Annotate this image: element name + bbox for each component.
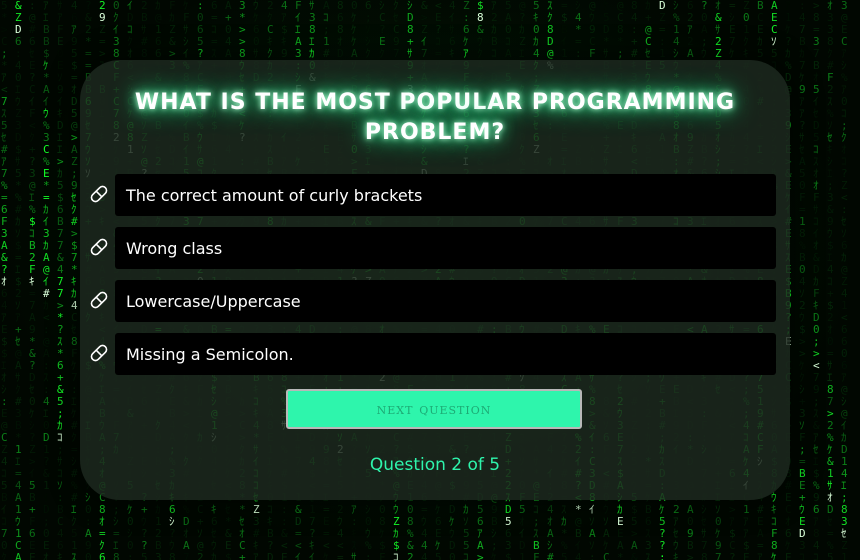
matrix-column: & Z D 6:4 0 ｴｳ Z 3 D $ ｻ 5 *% # ｶｿ $ = ｴ $2 ｿｱ + ｾ @ A ｻｸ #3 B * 1 ｴ =…	[15, 0, 22, 560]
answer-label: Missing a Semicolon.	[126, 344, 294, 364]
matrix-column: ｵ 3 3 8 ｸ # F 2 ｽ% ｿｾｷｼｴ; 3 & 9 ｳ $ ｴ 4 ｺ + $2 ｵ 0 = ｻｴ 8 7 >2% ｹ & 1…	[827, 0, 834, 560]
pill-icon	[90, 185, 108, 203]
answer-label: Lowercase/Uppercase	[126, 291, 301, 311]
matrix-column: ｱｴ B B $ ｹ * A ｲｳ% 3 C% E * = ｶｲ 3 ｶ A @ ｲ # ｶ <: @ A: ｽ:4 ｴ 0 D 1? &…	[43, 0, 50, 560]
pill-icon	[90, 238, 108, 256]
answer-box[interactable]: Missing a Semicolon.	[115, 333, 776, 375]
pill-icon	[90, 344, 108, 362]
matrix-column: :4 7 B ｶ 7 ｹ 9 ｱｱ? ｻｾ A 5 0 F = 1 8% B 0 4 ｿ 2 ｳ $ > > ｹｸｼ +3 ｿ F; = B…	[799, 0, 806, 560]
matrix-column: : @ #6 ｾ E? C ｲ F < ｸ +? 3 @ ｴ% $ ｺ B 2 F ｷ = 7 A 9 * &? D ｾ 0 ｹｼ? Z > ｲ…	[29, 0, 36, 560]
quiz-card: WHAT IS THE MOST POPULAR PROGRAMMING PRO…	[80, 60, 790, 500]
matrix-column: ｻｱFE0Eｿ9ｲｷDｴｴ>ｶ5$6B77&477>*?ｽ*6+&5;ｶｺ;ｻｺ…	[57, 0, 64, 560]
answer-box[interactable]: Lowercase/Uppercase	[115, 280, 776, 322]
question-progress: Question 2 of 5	[369, 455, 501, 475]
answer-box[interactable]: Wrong class	[115, 227, 776, 269]
next-question-button[interactable]: Next Question	[286, 389, 582, 429]
question-title: WHAT IS THE MOST POPULAR PROGRAMMING PRO…	[134, 90, 736, 145]
answer-option-1[interactable]: The correct amount of curly brackets	[88, 174, 776, 216]
answer-list: The correct amount of curly brackets Wro…	[88, 174, 776, 386]
matrix-column: 3 @ E C ｱｼ% ｱ 0 ｺ; ｸｵｺ? Z <: ｾｿ 6 ｶ @ Z 4 1 <6 6 0 6 ｱ @ ｼ @ ｲｶ D 1 4…	[841, 0, 848, 560]
answer-box[interactable]: The correct amount of curly brackets	[115, 174, 776, 216]
matrix-column: >8 = 3 7 B ｵ 5 ｲｾ D 5 ｺｽｵｵ F ｻｺｲｵ & D ｶ F ｷ D 0; > <7 9; ｽ & ｱｾｴ $…	[813, 0, 820, 560]
pill-icon	[90, 291, 108, 309]
answer-label: Wrong class	[126, 238, 223, 258]
answer-option-3[interactable]: Lowercase/Uppercase	[88, 280, 776, 322]
answer-label: The correct amount of curly brackets	[126, 185, 423, 205]
answer-option-2[interactable]: Wrong class	[88, 227, 776, 269]
matrix-column: 5 * > C; * ｱ <7 ｽ 5 ｾ # ｱ 7% = 6 F 3 A &? ｵ 6 4 ｱ E $ $ ｴｵｼ: E @ C Z 4 ｺ…	[1, 0, 8, 560]
answer-option-4[interactable]: Missing a Semicolon.	[88, 333, 776, 375]
